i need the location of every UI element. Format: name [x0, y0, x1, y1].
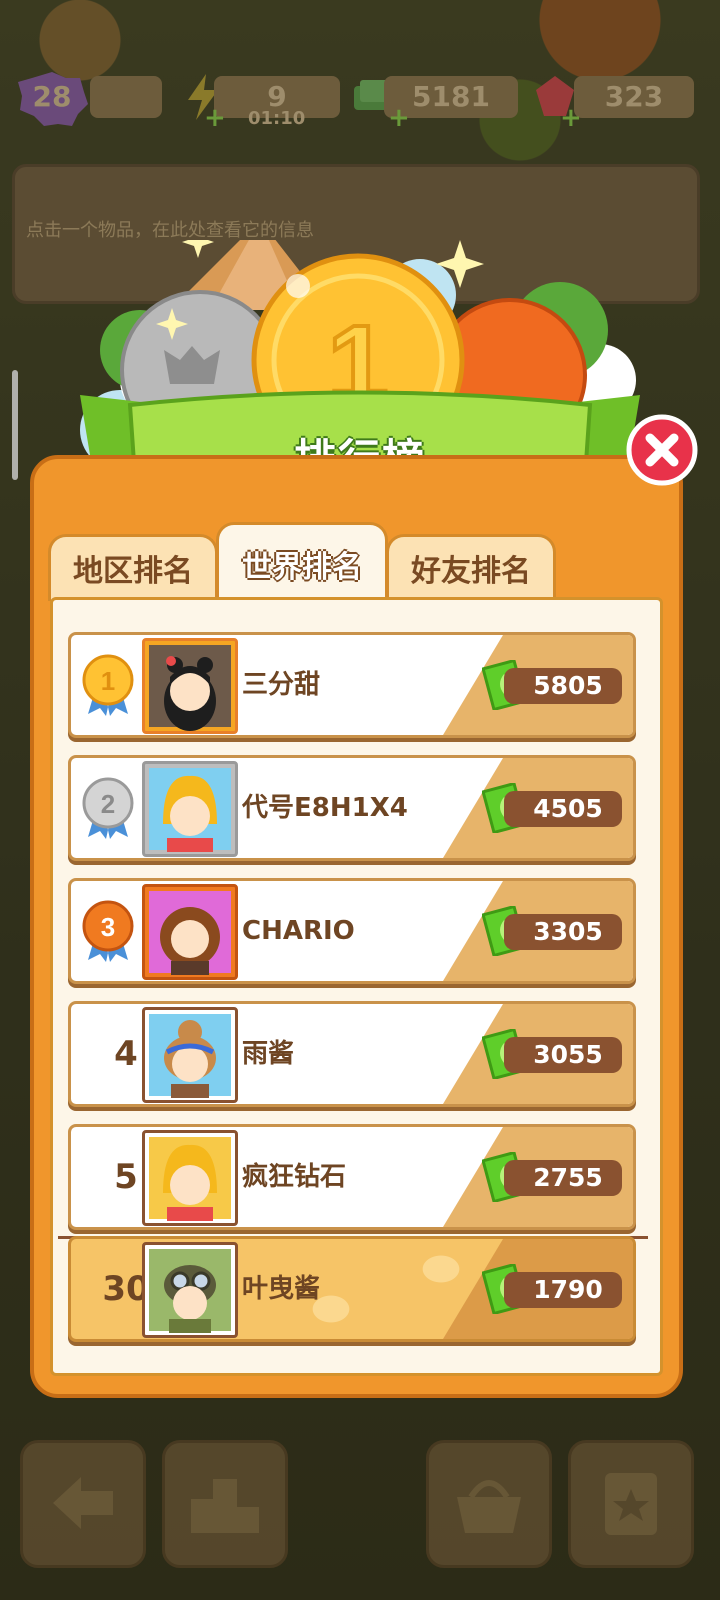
svg-text:2: 2 [101, 789, 115, 819]
avatar [142, 638, 238, 734]
score-value: 3305 [504, 914, 622, 950]
list-item[interactable]: 2 代号E8H1X4 4505 [68, 755, 636, 861]
svg-text:3: 3 [101, 912, 115, 942]
list-item[interactable]: 4 雨酱 3055 [68, 1001, 636, 1107]
energy-timer: 01:10 [248, 108, 306, 129]
my-player-name: 叶曳酱 [242, 1274, 321, 1304]
avatar [142, 1242, 238, 1338]
clipboard-icon [605, 1473, 657, 1535]
avatar [142, 1007, 238, 1103]
score-value: 3055 [504, 1037, 622, 1073]
add-cash-button[interactable]: + [388, 105, 410, 131]
level-value: 28 [32, 80, 72, 113]
svg-text:1: 1 [101, 666, 115, 696]
top-resource-bar: 28 9 01:10 + 5181 + 323 + [0, 70, 720, 131]
avatar [142, 1130, 238, 1226]
player-name: 代号E8H1X4 [242, 793, 408, 823]
ranking-list[interactable]: 1 三分甜 5805 2 代号E8H1X4 4505 3 CHARIO 3305… [50, 610, 660, 1236]
bronze-medal-icon: 3 [82, 900, 134, 962]
tab-world-ranking[interactable]: 世界排名 [216, 522, 388, 603]
tasks-button[interactable] [568, 1440, 694, 1568]
player-name: 三分甜 [242, 670, 321, 700]
silver-medal-icon: 2 [82, 777, 134, 839]
my-score-value: 1790 [504, 1272, 622, 1308]
avatar [142, 761, 238, 857]
score-value: 2755 [504, 1160, 622, 1196]
tab-region-ranking[interactable]: 地区排名 [48, 534, 218, 601]
score-value: 5805 [504, 668, 622, 704]
list-item[interactable]: 3 CHARIO 3305 [68, 878, 636, 984]
gem-value: 323 [574, 76, 694, 118]
avatar [142, 884, 238, 980]
player-name: 雨酱 [242, 1039, 295, 1069]
list-item[interactable]: 1 三分甜 5805 [68, 632, 636, 738]
back-icon [53, 1477, 113, 1529]
gold-medal-icon: 1 [82, 654, 134, 716]
player-name: CHARIO [242, 916, 355, 946]
add-energy-button[interactable]: + [204, 105, 226, 131]
xp-bar [90, 76, 162, 118]
score-value: 4505 [504, 791, 622, 827]
basket-icon [457, 1480, 521, 1533]
back-button[interactable] [20, 1440, 146, 1568]
tab-friends-ranking[interactable]: 好友排名 [386, 534, 556, 601]
item-info-hint: 点击一个物品，在此处查看它的信息 [26, 220, 314, 241]
podium-icon [191, 1479, 259, 1533]
my-rank-row[interactable]: 30 叶曳酱 1790 [68, 1236, 636, 1342]
list-item[interactable]: 5 疯狂钻石 2755 [68, 1124, 636, 1230]
close-icon[interactable] [626, 414, 698, 486]
leaderboard-button[interactable] [162, 1440, 288, 1568]
add-gem-button[interactable]: + [560, 105, 582, 131]
player-name: 疯狂钻石 [242, 1162, 347, 1192]
shop-button[interactable] [426, 1440, 552, 1568]
